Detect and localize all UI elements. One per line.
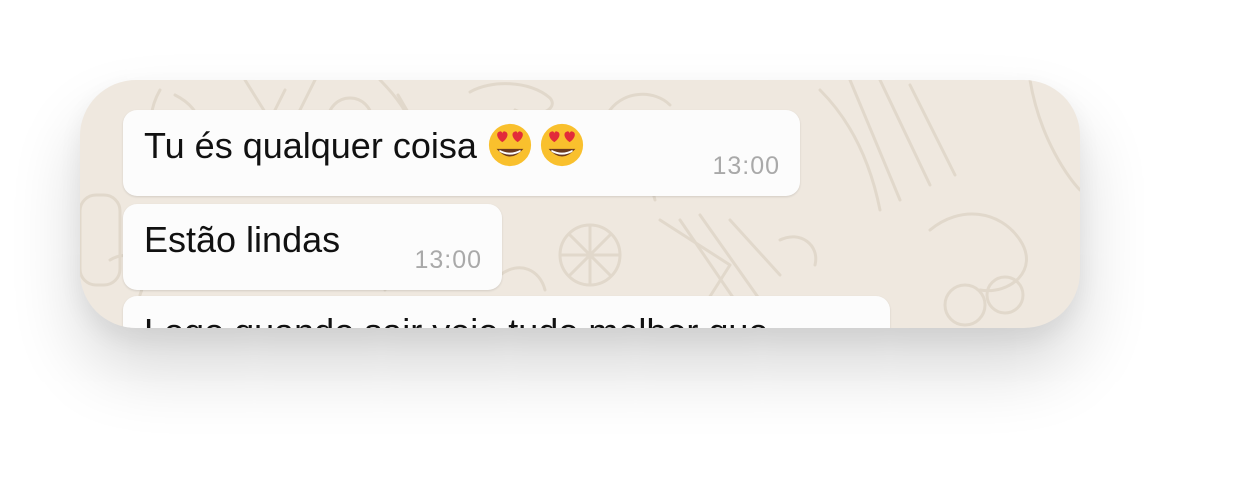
message-bubble[interactable]: Tu és qualquer coisa 13:00 (123, 110, 800, 196)
message-text: Logo quando sair vejo tudo melhor que (144, 310, 768, 328)
heart-eyes-emoji-icon (540, 124, 583, 167)
emoji-group (487, 122, 585, 168)
message-time: 13:00 (414, 246, 482, 274)
heart-eyes-emoji-icon (488, 124, 531, 167)
message-time: 13:00 (712, 152, 780, 180)
chat-window[interactable]: Tu és qualquer coisa 13:00 Estão lindas … (80, 80, 1080, 328)
screenshot-stage: Tu és qualquer coisa 13:00 Estão lindas … (0, 0, 1240, 488)
message-bubble[interactable]: Logo quando sair vejo tudo melhor que (123, 296, 890, 328)
message-text-row: Tu és qualquer coisa (144, 124, 585, 168)
message-bubble[interactable]: Estão lindas 13:00 (123, 204, 502, 290)
message-text: Tu és qualquer coisa (144, 125, 477, 166)
message-text: Estão lindas (144, 219, 341, 260)
